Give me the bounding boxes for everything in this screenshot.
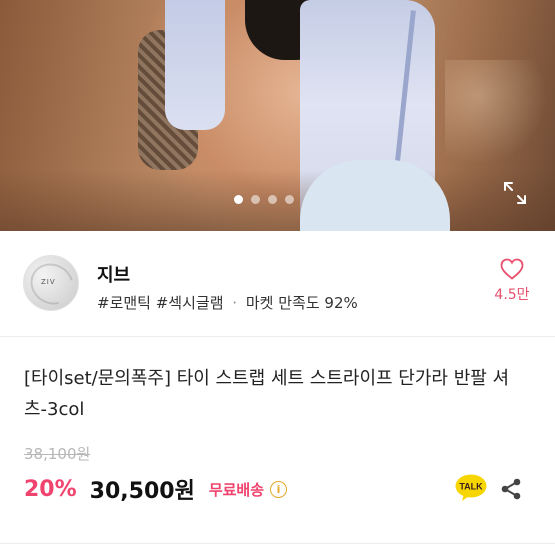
carousel-dot[interactable] — [234, 195, 243, 204]
seller-avatar[interactable]: ZIV — [23, 255, 79, 311]
talk-label: TALK — [459, 482, 483, 492]
photo-sleeve — [165, 0, 225, 130]
discount-rate: 20% — [24, 476, 77, 502]
product-title: [타이set/문의폭주] 타이 스트랩 세트 스트라이프 단가라 반팔 셔츠-3… — [24, 368, 510, 420]
like-button[interactable]: 4.5만 — [490, 258, 534, 304]
price-row: 20% 30,500원 무료배송 i — [24, 473, 288, 505]
carousel-dot[interactable] — [251, 195, 260, 204]
sale-price: 30,500원 — [89, 479, 195, 504]
avatar-logo-text: ZIV — [41, 278, 56, 286]
product-image[interactable] — [0, 0, 555, 231]
carousel-indicator — [234, 195, 294, 204]
info-icon[interactable]: i — [270, 480, 288, 498]
divider — [0, 543, 555, 544]
seller-name[interactable]: 지브 — [97, 261, 130, 287]
seller-meta: #로맨틱 #섹시글램 · 마켓 만족도 92% — [97, 292, 358, 313]
original-price: 38,100원 — [24, 445, 91, 463]
kakao-talk-icon[interactable]: TALK — [455, 474, 487, 502]
free-shipping-label: 무료배송 — [208, 480, 265, 499]
meta-separator: · — [232, 294, 238, 312]
carousel-dot[interactable] — [268, 195, 277, 204]
like-count: 4.5만 — [494, 287, 530, 303]
expand-icon[interactable] — [502, 180, 528, 206]
seller-section: ZIV 지브 #로맨틱 #섹시글램 · 마켓 만족도 92% 4.5만 — [0, 231, 555, 337]
photo-light — [445, 60, 555, 180]
heart-icon — [500, 258, 524, 280]
share-icon[interactable] — [499, 477, 523, 501]
carousel-dot[interactable] — [285, 195, 294, 204]
seller-satisfaction: 마켓 만족도 92% — [245, 294, 358, 312]
seller-tags: #로맨틱 #섹시글램 — [97, 294, 224, 312]
